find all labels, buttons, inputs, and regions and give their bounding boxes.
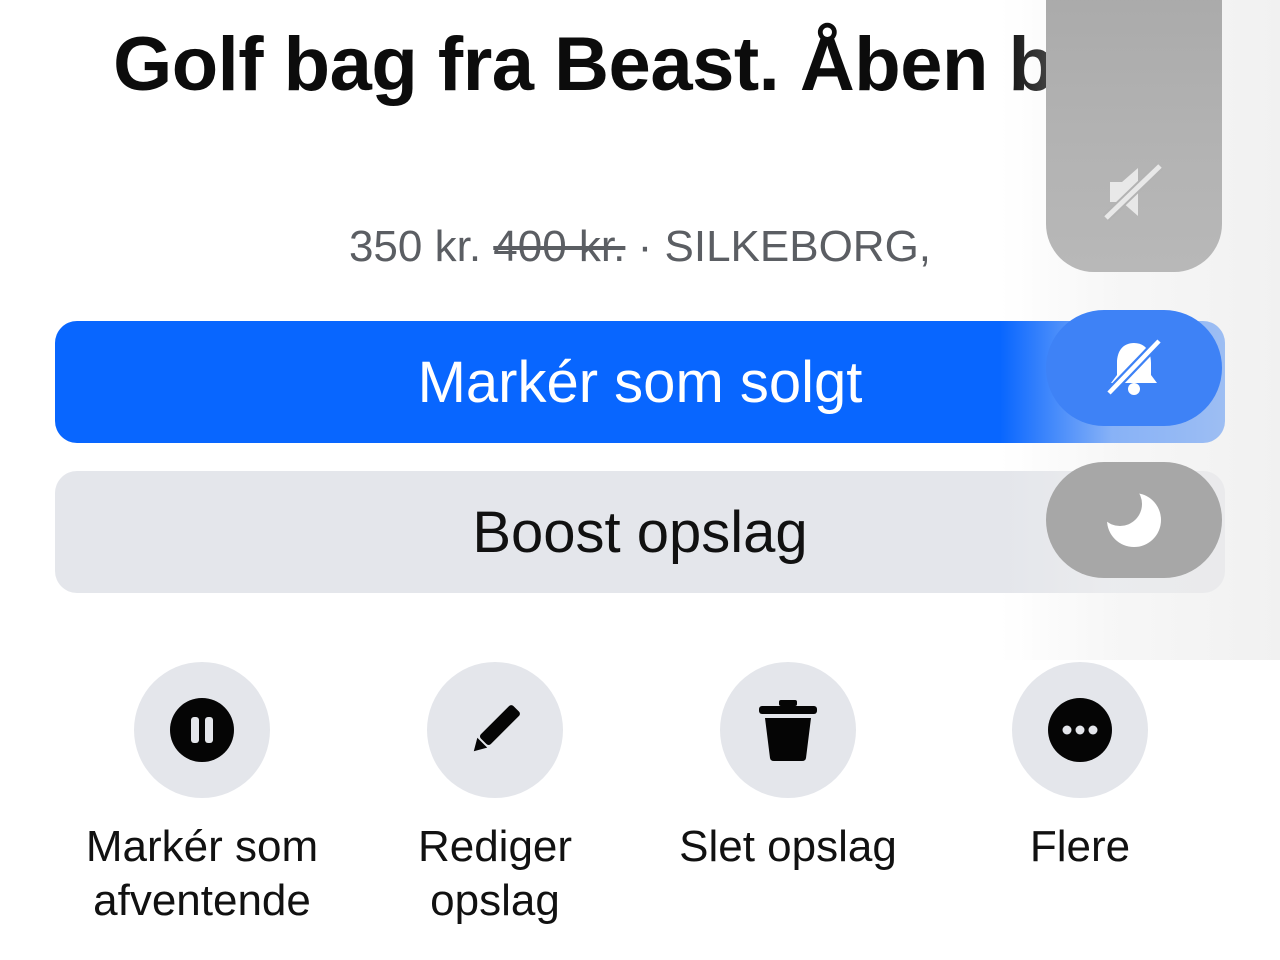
mark-pending-action[interactable]: Markér som afventende [62,662,342,928]
delete-listing-label: Slet opslag [679,822,897,871]
silent-mode-toggle[interactable] [1046,310,1222,426]
pencil-icon [473,705,520,752]
price: 350 kr. [348,222,482,271]
more-icon [1048,698,1112,762]
more-button[interactable] [1012,662,1148,798]
mark-pending-button[interactable] [134,662,270,798]
volume-mute-toggle[interactable] [1046,0,1222,272]
meta-separator: · [637,222,653,271]
listing-manage-screen: Golf bag fra Beast. Åben bud. 350 kr. 40… [0,0,1280,960]
do-not-disturb-toggle[interactable] [1046,462,1222,578]
delete-listing-button[interactable] [720,662,856,798]
delete-listing-action[interactable]: Slet opslag [648,662,928,874]
edit-listing-action[interactable]: Rediger opslag [355,662,635,928]
edit-listing-label: Rediger opslag [417,822,573,925]
more-action[interactable]: Flere [940,662,1220,874]
location: SILKEBORG, [664,222,932,271]
old-price: 400 kr. [493,222,626,271]
trash-icon [759,700,817,761]
more-label: Flere [1029,822,1131,871]
moon-icon [1104,490,1161,547]
edit-listing-button[interactable] [427,662,563,798]
mark-pending-label: Markér som afventende [85,822,319,925]
bell-off-icon [1105,337,1163,397]
sound-muted-icon [1102,162,1164,222]
pause-icon [170,698,234,762]
